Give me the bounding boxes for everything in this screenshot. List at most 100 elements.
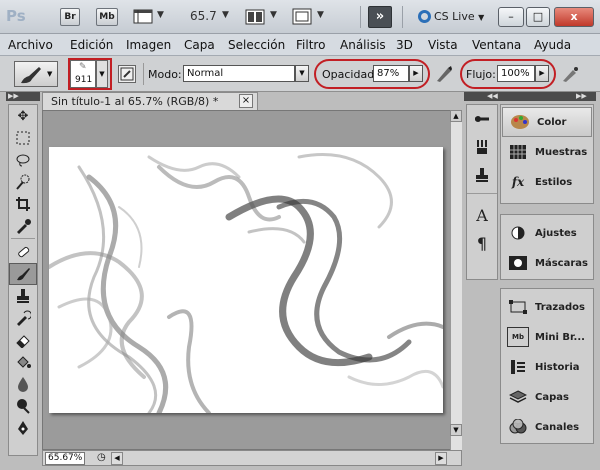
menu-vista[interactable]: Vista [428, 38, 458, 52]
chevron-down-icon[interactable]: ▼ [222, 10, 229, 20]
chevron-down-icon[interactable]: ▼ [317, 10, 324, 20]
panel-tab-mini-bridge[interactable]: Mb Mini Br... [501, 322, 593, 352]
brush-panel-icon [120, 67, 134, 81]
zoom-level[interactable]: 65.7 [190, 9, 217, 23]
status-info-icon[interactable]: ◷ [97, 452, 106, 463]
panel-tab-layers[interactable]: Capas [501, 382, 593, 412]
panel-label: Mini Br... [535, 331, 585, 343]
lasso-icon [16, 154, 30, 167]
brush-presets-panel-button[interactable] [467, 133, 497, 161]
workspace-extend-button[interactable]: » [368, 6, 392, 28]
lasso-tool[interactable] [9, 149, 37, 171]
canvas[interactable] [49, 147, 443, 413]
eraser-tool[interactable] [9, 329, 37, 351]
history-icon [507, 357, 529, 377]
document-tab[interactable]: Sin título-1 al 65.7% (RGB/8) * × [42, 92, 258, 110]
zoom-field[interactable]: 65.67% [45, 452, 85, 465]
blur-tool[interactable] [9, 373, 37, 395]
maximize-button[interactable]: □ [526, 7, 550, 27]
minimize-button[interactable]: – [498, 7, 524, 27]
bridge-button[interactable]: Br [60, 8, 80, 26]
chevron-down-icon[interactable]: ▼ [295, 65, 309, 82]
menu-filtro[interactable]: Filtro [296, 38, 325, 52]
healing-brush-tool[interactable] [9, 241, 37, 263]
brush-panel-toggle[interactable] [118, 65, 136, 83]
menu-capa[interactable]: Capa [184, 38, 215, 52]
quick-selection-tool[interactable] [9, 171, 37, 193]
chevron-down-icon[interactable]: ▼ [157, 10, 164, 20]
arrange-documents-button[interactable] [245, 8, 265, 26]
cs-live-button[interactable]: CS Live ▼ [418, 8, 484, 26]
bandage-icon [18, 246, 30, 258]
double-chevron-right-icon[interactable]: ▶▶ [576, 92, 587, 101]
chevron-down-icon[interactable]: ▼ [96, 60, 108, 88]
menu-bar: Archivo Edición Imagen Capa Selección Fi… [0, 34, 600, 56]
panel-tab-history[interactable]: Historia [501, 352, 593, 382]
menu-analisis[interactable]: Análisis [340, 38, 386, 52]
panel-tab-paths[interactable]: Trazados [501, 292, 593, 322]
panel-tab-color[interactable]: Color [502, 107, 592, 137]
scroll-up-button[interactable]: ▲ [450, 110, 462, 122]
menu-seleccion[interactable]: Selección [228, 38, 285, 52]
character-icon: A [476, 205, 488, 225]
view-extras-button[interactable] [133, 8, 153, 26]
mini-bridge-icon: Mb [507, 327, 529, 347]
panel-tab-adjustments[interactable]: Ajustes [501, 218, 593, 248]
pen-tool[interactable] [9, 417, 37, 439]
brush-tool[interactable] [9, 263, 37, 285]
divider [360, 6, 361, 28]
history-brush-tool[interactable] [9, 307, 37, 329]
brush-size-value: 911 [75, 75, 93, 85]
mini-bridge-button[interactable]: Mb [96, 8, 118, 26]
eyedropper-tool[interactable] [9, 215, 37, 237]
paragraph-panel-button[interactable]: ¶ [467, 229, 497, 257]
double-chevron-right-icon[interactable]: ▶▶ [8, 92, 19, 101]
dodge-tool[interactable] [9, 395, 37, 417]
brush-preset-picker[interactable]: ✎ 911 ▼ [70, 60, 110, 88]
tool-preset-picker[interactable]: ▼ [14, 61, 58, 87]
dodge-icon [17, 399, 30, 414]
move-tool[interactable]: ✥ [9, 105, 37, 127]
pen-icon [18, 421, 28, 435]
clone-stamp-tool[interactable] [9, 285, 37, 307]
status-left-arrow[interactable]: ◀ [111, 452, 123, 465]
vertical-scrollbar[interactable]: ▲ ▼ [450, 110, 462, 450]
chevron-right-icon[interactable]: ▶ [535, 65, 549, 82]
screen-mode-button[interactable] [292, 8, 312, 26]
marquee-tool[interactable] [9, 127, 37, 149]
panel-tab-swatches[interactable]: Muestras [501, 137, 593, 167]
swatches-grid-icon [507, 142, 529, 162]
crop-tool[interactable] [9, 193, 37, 215]
airbrush-button[interactable] [560, 64, 580, 84]
panel-tab-styles[interactable]: fx Estilos [501, 167, 593, 197]
tool-presets-panel-button[interactable] [467, 105, 497, 133]
menu-imagen[interactable]: Imagen [126, 38, 171, 52]
mode-select[interactable]: Normal [183, 65, 295, 82]
double-chevron-left-icon[interactable]: ◀◀ [487, 92, 498, 101]
panel-tab-channels[interactable]: Canales [501, 412, 593, 442]
chevron-down-icon[interactable]: ▼ [270, 10, 277, 20]
menu-archivo[interactable]: Archivo [8, 38, 53, 52]
scroll-down-button[interactable]: ▼ [450, 424, 462, 436]
clone-source-panel-button[interactable] [467, 161, 497, 189]
character-panel-button[interactable]: A [467, 201, 497, 229]
document-title: Sin título-1 al 65.7% (RGB/8) * [51, 95, 219, 108]
panel-label: Canales [535, 421, 580, 433]
scroll-right-button[interactable]: ▶ [435, 452, 447, 465]
flow-label: Flujo: [466, 68, 496, 81]
paint-bucket-tool[interactable] [9, 351, 37, 373]
menu-ayuda[interactable]: Ayuda [534, 38, 571, 52]
panel-tab-masks[interactable]: Máscaras [501, 248, 593, 278]
clone-source-icon [476, 168, 488, 182]
move-icon: ✥ [17, 108, 29, 124]
history-brush-icon [17, 310, 31, 326]
menu-edicion[interactable]: Edición [70, 38, 113, 52]
close-document-button[interactable]: × [239, 94, 253, 108]
close-window-button[interactable]: x [554, 7, 594, 27]
opacity-field[interactable]: 87% [373, 65, 409, 82]
menu-3d[interactable]: 3D [396, 38, 413, 52]
tablet-pressure-opacity-button[interactable] [434, 64, 454, 84]
menu-ventana[interactable]: Ventana [472, 38, 521, 52]
flow-field[interactable]: 100% [497, 65, 535, 82]
chevron-right-icon[interactable]: ▶ [409, 65, 423, 82]
